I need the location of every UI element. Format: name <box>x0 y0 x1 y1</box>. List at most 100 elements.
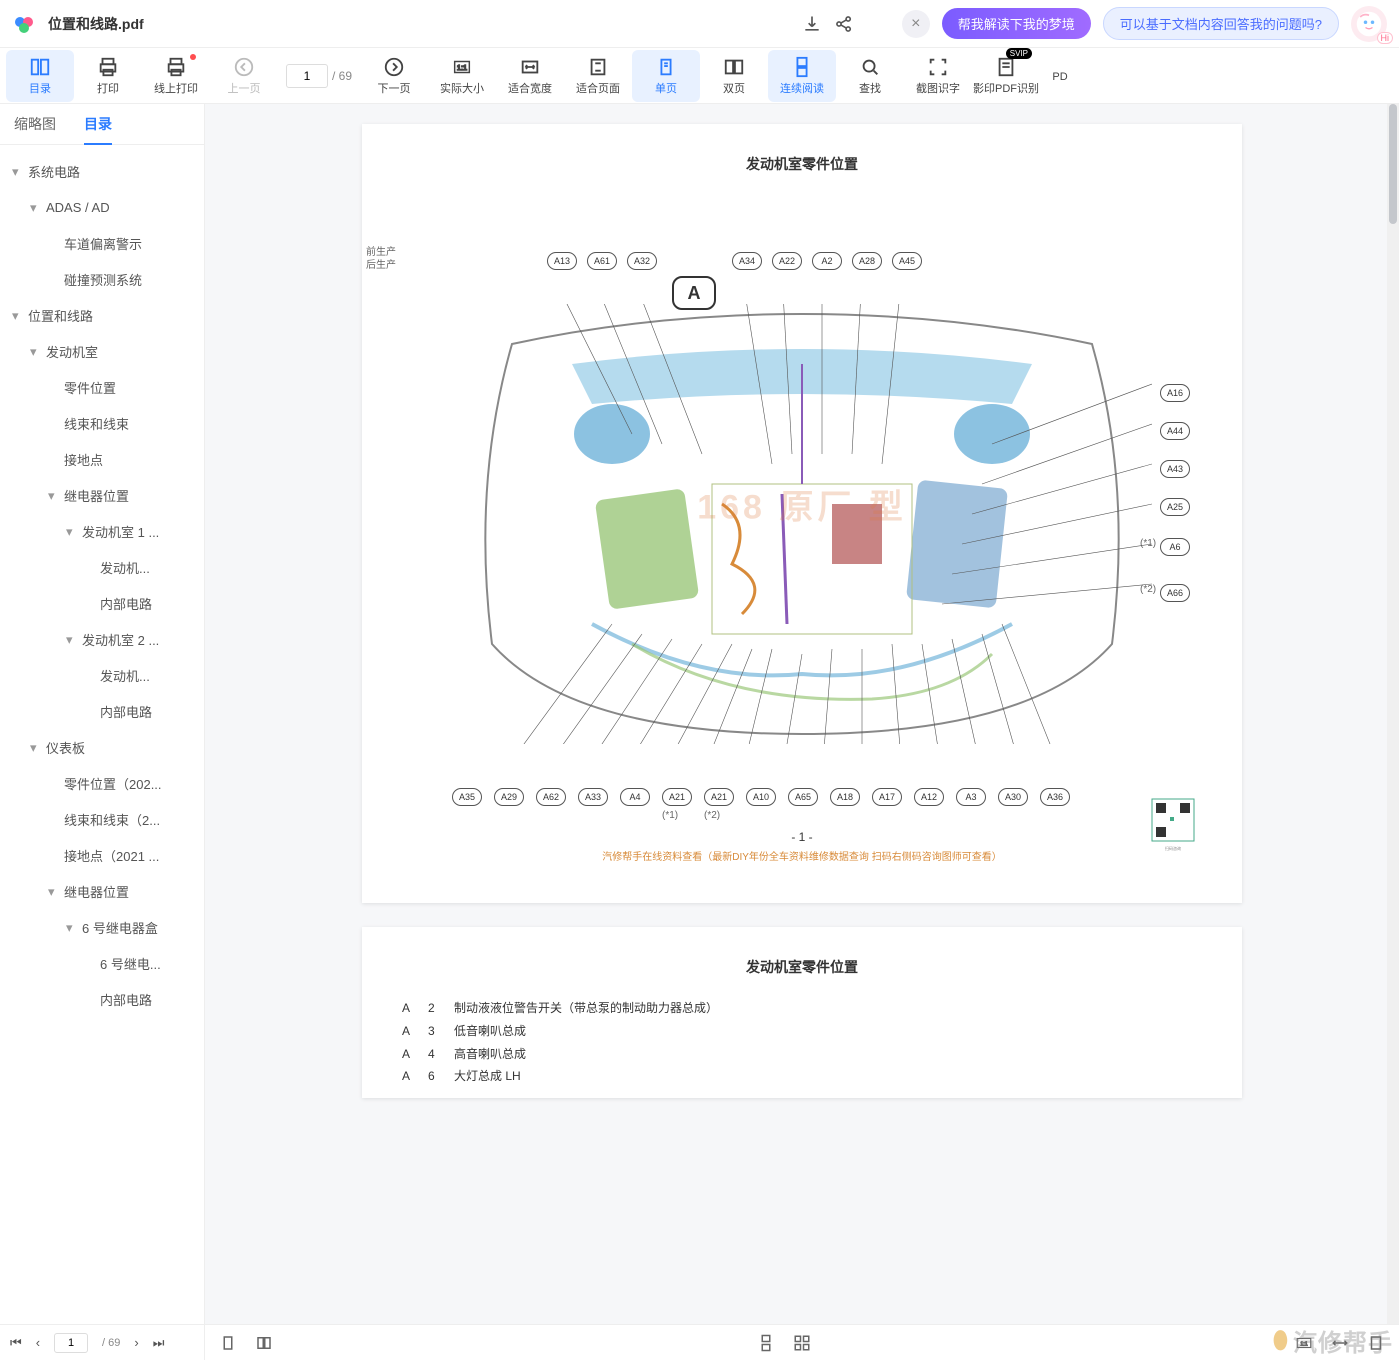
label-A6: A6 <box>1160 538 1190 556</box>
close-suggestion-button[interactable]: × <box>902 10 930 38</box>
toc-item[interactable]: 内部电路 <box>0 981 204 1017</box>
app-logo <box>12 12 36 36</box>
pdf-page-1: 发动机室零件位置 前生产后生产 A13A61A32A34A22A2A28A45 … <box>362 124 1242 903</box>
page-input-group: / 69 <box>286 64 352 88</box>
label-A4-4: A4 <box>620 788 650 806</box>
parts-row: A4高音喇叭总成 <box>402 1043 1202 1066</box>
label-A45: A45 <box>892 252 922 270</box>
label-A22: A22 <box>772 252 802 270</box>
qr-code: 扫码咨询 <box>1150 797 1196 853</box>
label-A29-1: A29 <box>494 788 524 806</box>
thumbnails-icon[interactable] <box>793 1334 811 1352</box>
print-button[interactable]: 打印 <box>74 50 142 102</box>
single-icon[interactable] <box>219 1334 237 1352</box>
continuous-icon[interactable] <box>757 1334 775 1352</box>
first-page-icon[interactable]: ⏮ <box>10 1335 22 1351</box>
footer-page-input[interactable] <box>54 1333 88 1353</box>
file-name: 位置和线路.pdf <box>48 14 144 34</box>
toc-item[interactable]: ▾6 号继电器盒 <box>0 909 204 945</box>
label-A33-3: A33 <box>578 788 608 806</box>
toc-item[interactable]: ▾仪表板 <box>0 729 204 765</box>
tab-toc[interactable]: 目录 <box>70 104 126 144</box>
actual-size-button[interactable]: 1:1实际大小 <box>428 50 496 102</box>
label-A25: A25 <box>1160 498 1190 516</box>
tab-thumbnails[interactable]: 缩略图 <box>0 104 70 144</box>
label-A34: A34 <box>732 252 762 270</box>
label-A36-14: A36 <box>1040 788 1070 806</box>
page-number-input[interactable] <box>286 64 328 88</box>
toc-item[interactable]: ▾发动机室 <box>0 333 204 369</box>
next-page-button[interactable]: 下一页 <box>360 50 428 102</box>
footer-page-total: / 69 <box>102 1337 120 1349</box>
toc-item[interactable]: 发动机... <box>0 657 204 693</box>
double-icon[interactable] <box>255 1334 273 1352</box>
pdf-ocr-button[interactable]: SVIP影印PDF识别 <box>972 50 1040 102</box>
find-button[interactable]: 查找 <box>836 50 904 102</box>
label-A43: A43 <box>1160 460 1190 478</box>
label-A16: A16 <box>1160 384 1190 402</box>
footer-text: 汽修帮手在线资料查看（最新DIY年份全车资料维修数据查询 扫码右侧码咨询图师可查… <box>402 848 1202 863</box>
last-page-icon[interactable]: ⏭ <box>153 1335 165 1351</box>
prev-page-icon[interactable]: ‹ <box>36 1335 40 1350</box>
toc-item[interactable]: 线束和线束（2... <box>0 801 204 837</box>
toc-item[interactable]: 零件位置（202... <box>0 765 204 801</box>
toc-item[interactable]: 发动机... <box>0 549 204 585</box>
label-A62-2: A62 <box>536 788 566 806</box>
label-A18-9: A18 <box>830 788 860 806</box>
single-page-button[interactable]: 单页 <box>632 50 700 102</box>
toc-item[interactable]: 接地点（2021 ... <box>0 837 204 873</box>
parts-row: A2制动液液位警告开关（带总泵的制动助力器总成） <box>402 997 1202 1020</box>
share-icon[interactable] <box>834 14 854 34</box>
label-A28: A28 <box>852 252 882 270</box>
ai-suggestion-1[interactable]: 帮我解读下我的梦境 <box>942 8 1091 39</box>
fit-page-button[interactable]: 适合页面 <box>564 50 632 102</box>
toc-item[interactable]: ▾继电器位置 <box>0 477 204 513</box>
toc-item[interactable]: 6 号继电... <box>0 945 204 981</box>
toc-item[interactable]: ▾继电器位置 <box>0 873 204 909</box>
engine-diagram: 前生产后生产 A13A61A32A34A22A2A28A45 A A16A44A… <box>402 194 1202 814</box>
label-A32: A32 <box>627 252 657 270</box>
double-page-button[interactable]: 双页 <box>700 50 768 102</box>
viewer-scrollbar[interactable] <box>1387 104 1399 1360</box>
label-A21-5: A21 <box>662 788 692 806</box>
toc-item[interactable]: 零件位置 <box>0 369 204 405</box>
hi-badge: Hi <box>1377 32 1394 44</box>
toc-item[interactable]: ▾位置和线路 <box>0 297 204 333</box>
label-A65-8: A65 <box>788 788 818 806</box>
ai-suggestion-2[interactable]: 可以基于文档内容回答我的问题吗? <box>1103 7 1339 40</box>
label-A35-0: A35 <box>452 788 482 806</box>
toc-item[interactable]: 车道偏离警示 <box>0 225 204 261</box>
parts-row: A6大灯总成 LH <box>402 1065 1202 1088</box>
parts-list: A2制动液液位警告开关（带总泵的制动助力器总成）A3低音喇叭总成A4高音喇叭总成… <box>402 997 1202 1088</box>
next-page-icon[interactable]: › <box>134 1335 138 1350</box>
toc-item[interactable]: 线束和线束 <box>0 405 204 441</box>
label-A61: A61 <box>587 252 617 270</box>
toc-item[interactable]: 碰撞预测系统 <box>0 261 204 297</box>
toc-item[interactable]: ▾发动机室 2 ... <box>0 621 204 657</box>
toc-item[interactable]: 内部电路 <box>0 693 204 729</box>
label-A3-12: A3 <box>956 788 986 806</box>
label-A2: A2 <box>812 252 842 270</box>
fit-width-button[interactable]: 适合宽度 <box>496 50 564 102</box>
toc-item[interactable]: ▾系统电路 <box>0 153 204 189</box>
brand-watermark: ⬮汽修帮手 <box>1273 1323 1393 1358</box>
toc-item[interactable]: 内部电路 <box>0 585 204 621</box>
ai-avatar[interactable]: Hi <box>1351 6 1387 42</box>
continuous-read-button[interactable]: 连续阅读 <box>768 50 836 102</box>
page2-title: 发动机室零件位置 <box>402 957 1202 977</box>
pdf-more-button[interactable]: PD <box>1040 50 1080 102</box>
online-print-button[interactable]: 线上打印 <box>142 50 210 102</box>
screenshot-ocr-button[interactable]: 截图识字 <box>904 50 972 102</box>
svg-text:扫码咨询: 扫码咨询 <box>1165 845 1181 851</box>
page-number: - 1 - <box>402 830 1202 844</box>
download-icon[interactable] <box>802 14 822 34</box>
toc-item[interactable]: ▾ADAS / AD <box>0 189 204 225</box>
pdf-viewer[interactable]: 发动机室零件位置 前生产后生产 A13A61A32A34A22A2A28A45 … <box>205 104 1399 1360</box>
page-total: / 69 <box>332 69 352 83</box>
toc-item[interactable]: 接地点 <box>0 441 204 477</box>
toc-button[interactable]: 目录 <box>6 50 74 102</box>
toolbar: 目录 打印 线上打印 上一页 / 69 下一页 1:1实际大小 适合宽度 适合页… <box>0 48 1399 104</box>
label-A13: A13 <box>547 252 577 270</box>
label-A30-13: A30 <box>998 788 1028 806</box>
toc-item[interactable]: ▾发动机室 1 ... <box>0 513 204 549</box>
